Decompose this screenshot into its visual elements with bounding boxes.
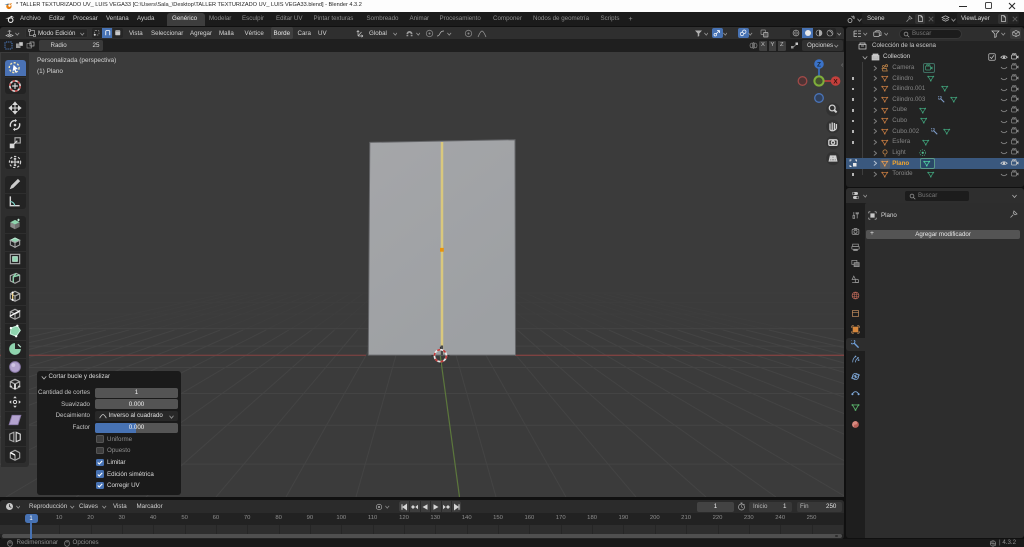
svg-text:X: X [833,78,838,85]
svg-text:‹: ‹ [841,62,844,69]
svg-text:Z: Z [817,61,821,68]
